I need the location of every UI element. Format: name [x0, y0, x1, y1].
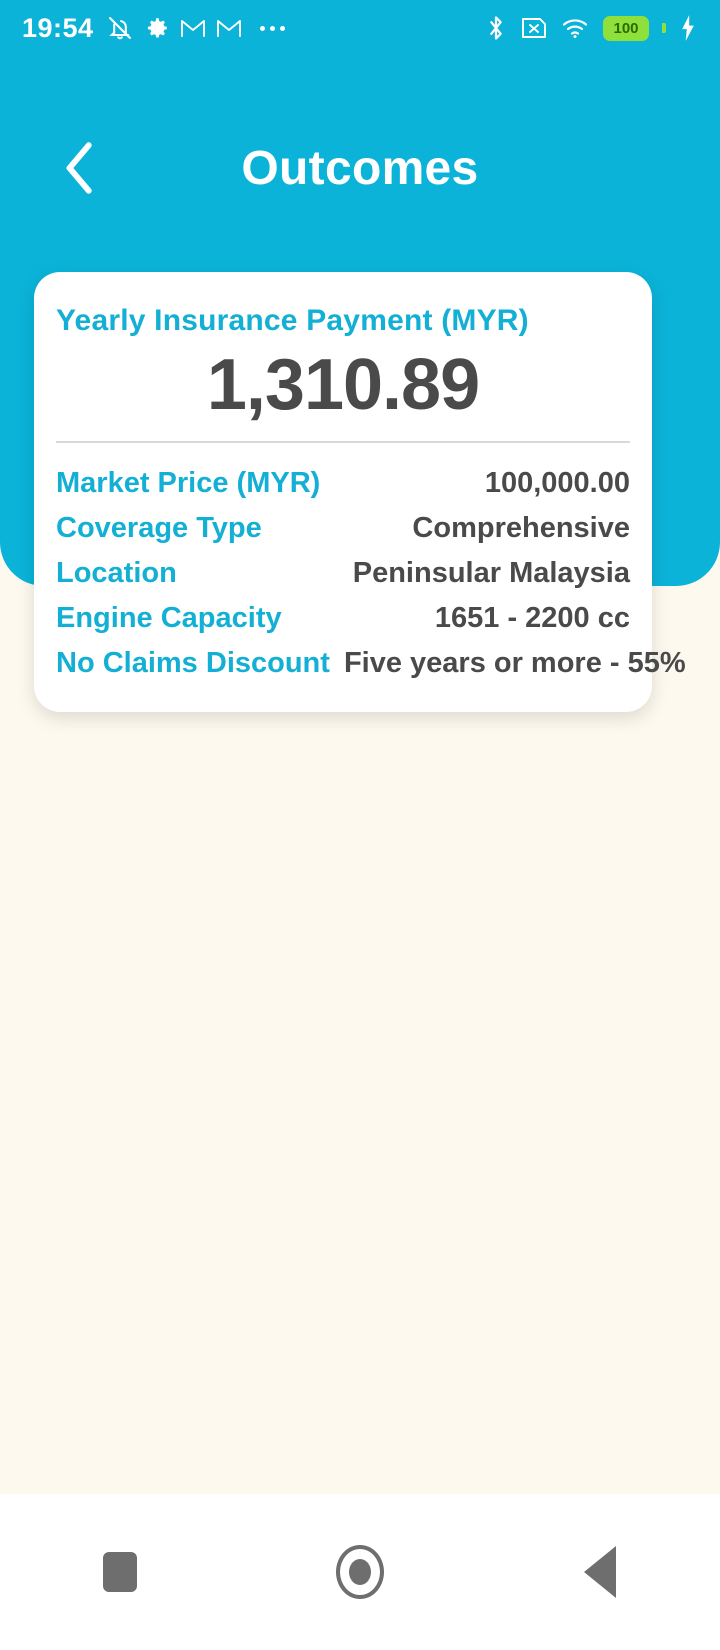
circle-icon — [336, 1545, 384, 1599]
home-button[interactable] — [300, 1522, 420, 1622]
row-label: Market Price (MYR) — [56, 466, 321, 499]
row-value: Peninsular Malaysia — [352, 556, 630, 589]
battery-icon: 100 — [603, 15, 649, 41]
table-row: Market Price (MYR) 100,000.00 — [56, 461, 630, 506]
android-navigation-bar — [0, 1494, 720, 1650]
phone-screen: 19:54 100 Outcomes Yearly Insurance Paym… — [0, 0, 720, 1650]
triangle-left-icon — [584, 1546, 616, 1598]
overflow-dots-icon — [259, 25, 285, 31]
row-value: 1651 - 2200 cc — [434, 601, 630, 634]
no-sim-icon — [519, 15, 549, 41]
row-label: Coverage Type — [56, 511, 262, 544]
gmail-icon — [180, 17, 206, 39]
bell-muted-icon — [106, 14, 134, 42]
row-value: Five years or more - 55% — [343, 646, 686, 679]
table-row: No Claims Discount Five years or more - … — [56, 641, 686, 686]
chevron-left-icon — [66, 142, 92, 194]
battery-level: 100 — [613, 19, 639, 37]
charging-bolt-icon — [678, 14, 698, 42]
outcome-card: Yearly Insurance Payment (MYR) 1,310.89 … — [34, 272, 686, 712]
status-clock: 19:54 — [22, 12, 94, 43]
status-bar: 19:54 100 — [0, 0, 720, 56]
gmail-icon — [216, 17, 242, 39]
row-label: Location — [56, 556, 177, 589]
status-bar-left: 19:54 — [22, 13, 285, 44]
row-value: 100,000.00 — [484, 466, 630, 499]
table-row: Engine Capacity 1651 - 2200 cc — [56, 596, 630, 641]
row-label: No Claims Discount — [56, 646, 330, 679]
table-row: Location Peninsular Malaysia — [56, 551, 630, 596]
card-title: Yearly Insurance Payment (MYR) — [56, 304, 529, 337]
bluetooth-icon — [485, 14, 507, 42]
status-bar-right: 100 — [485, 14, 698, 42]
back-navigation-button[interactable] — [38, 126, 122, 210]
wifi-icon — [561, 15, 591, 41]
row-value: Comprehensive — [412, 511, 630, 544]
table-row: Coverage Type Comprehensive — [56, 506, 630, 551]
row-label: Engine Capacity — [56, 601, 282, 634]
battery-cap-icon — [662, 23, 666, 33]
back-button[interactable] — [540, 1522, 660, 1622]
yearly-payment-amount: 1,310.89 — [206, 345, 480, 425]
card-divider — [56, 440, 630, 443]
square-icon — [103, 1552, 137, 1592]
recents-button[interactable] — [60, 1522, 180, 1622]
app-bar: Outcomes — [0, 112, 720, 224]
gear-icon — [144, 15, 170, 41]
